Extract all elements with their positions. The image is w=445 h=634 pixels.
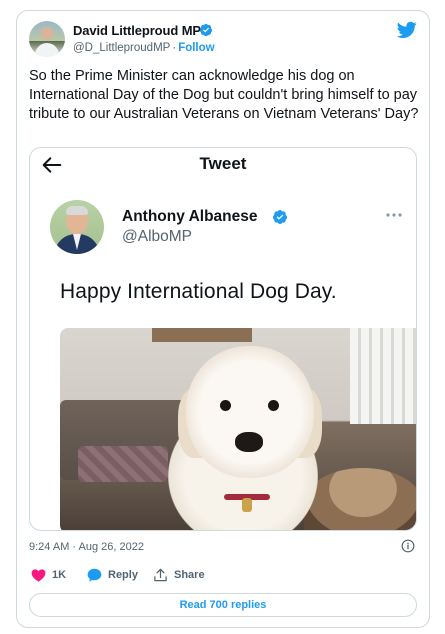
author-handle[interactable]: @D_LittleproudMP	[73, 42, 170, 54]
twitter-bird-icon[interactable]	[397, 21, 417, 39]
tweet-timestamp[interactable]: 9:24 AM · Aug 26, 2022	[29, 541, 144, 553]
author-name[interactable]: David Littleproud MP	[73, 23, 201, 38]
reply-label: Reply	[108, 569, 138, 581]
quoted-tweet[interactable]: Tweet Anthony Albanese @AlboMP Happy Int…	[29, 147, 417, 531]
verified-badge-icon	[199, 23, 213, 37]
quoted-author-avatar	[50, 200, 104, 254]
quoted-tweet-text: Happy International Dog Day.	[60, 280, 337, 303]
like-count: 1K	[52, 569, 67, 581]
info-icon[interactable]	[401, 539, 415, 553]
tweet-header: David Littleproud MP @D_LittleproudMP · Fo…	[29, 21, 417, 61]
reply-button[interactable]: Reply	[87, 568, 138, 582]
heart-icon	[31, 569, 46, 582]
share-label: Share	[174, 569, 205, 581]
quoted-author-handle: @AlboMP	[122, 228, 193, 245]
quoted-header-title: Tweet	[199, 154, 247, 173]
separator-dot: ·	[172, 42, 177, 54]
embedded-tweet-card: David Littleproud MP @D_LittleproudMP · Fo…	[16, 10, 430, 628]
share-button[interactable]: Share	[153, 568, 205, 582]
quoted-tweet-topbar: Tweet	[30, 148, 416, 182]
author-handle-line: @D_LittleproudMP · Follow	[73, 42, 215, 54]
follow-button[interactable]: Follow	[178, 42, 214, 54]
share-icon	[154, 568, 167, 582]
dog-photo	[60, 328, 416, 530]
author-avatar[interactable]	[29, 21, 65, 57]
like-button[interactable]: 1K	[31, 568, 66, 582]
tweet-actions: 1K Reply Share	[29, 568, 419, 588]
tweet-text: So the Prime Minister can acknowledge hi…	[29, 68, 419, 122]
verified-badge-icon	[272, 210, 287, 224]
read-replies-button[interactable]: Read 700 replies	[29, 593, 417, 617]
more-options-icon	[386, 213, 402, 217]
quoted-author-name: Anthony Albanese	[122, 208, 258, 225]
reply-bubble-icon	[87, 568, 102, 582]
